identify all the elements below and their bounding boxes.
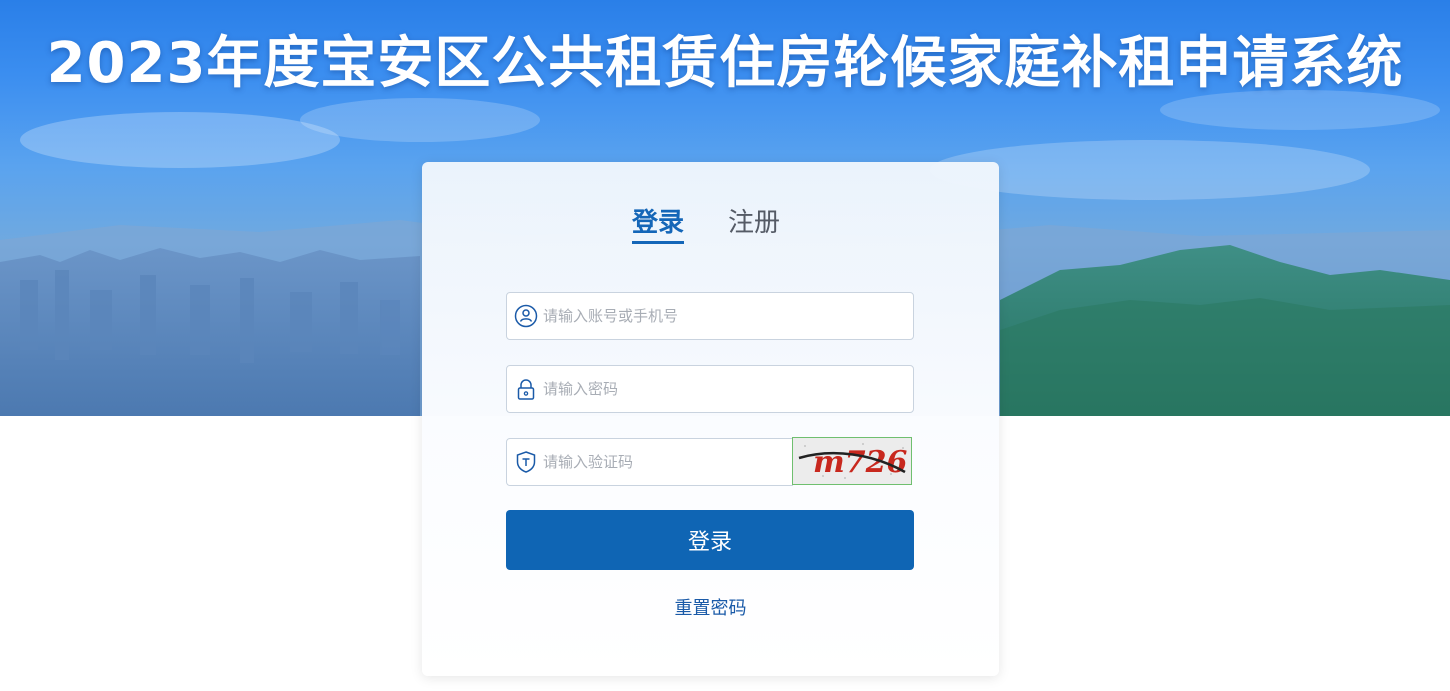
auth-tabs: 登录 注册 bbox=[422, 202, 999, 246]
captcha-text: m726 bbox=[813, 445, 907, 480]
shield-icon bbox=[513, 449, 539, 475]
captcha-image[interactable]: m726 bbox=[792, 437, 912, 485]
page-title: 2023年度宝安区公共租赁住房轮候家庭补租申请系统 bbox=[46, 31, 1404, 96]
account-input[interactable] bbox=[543, 294, 913, 338]
password-field bbox=[506, 365, 914, 413]
tab-login[interactable]: 登录 bbox=[632, 202, 685, 244]
captcha-input[interactable] bbox=[543, 440, 792, 484]
tab-register[interactable]: 注册 bbox=[728, 202, 780, 244]
login-button[interactable]: 登录 bbox=[506, 510, 914, 570]
lock-icon bbox=[513, 376, 539, 402]
account-field bbox=[506, 292, 914, 340]
login-card: 登录 注册 请输入账号或手机号 请输入验证码 m726 登录 重置密码 bbox=[422, 162, 999, 676]
captcha-field bbox=[506, 438, 793, 486]
user-icon bbox=[513, 303, 539, 329]
password-input[interactable] bbox=[543, 367, 913, 411]
reset-password-link[interactable]: 重置密码 bbox=[422, 594, 999, 620]
